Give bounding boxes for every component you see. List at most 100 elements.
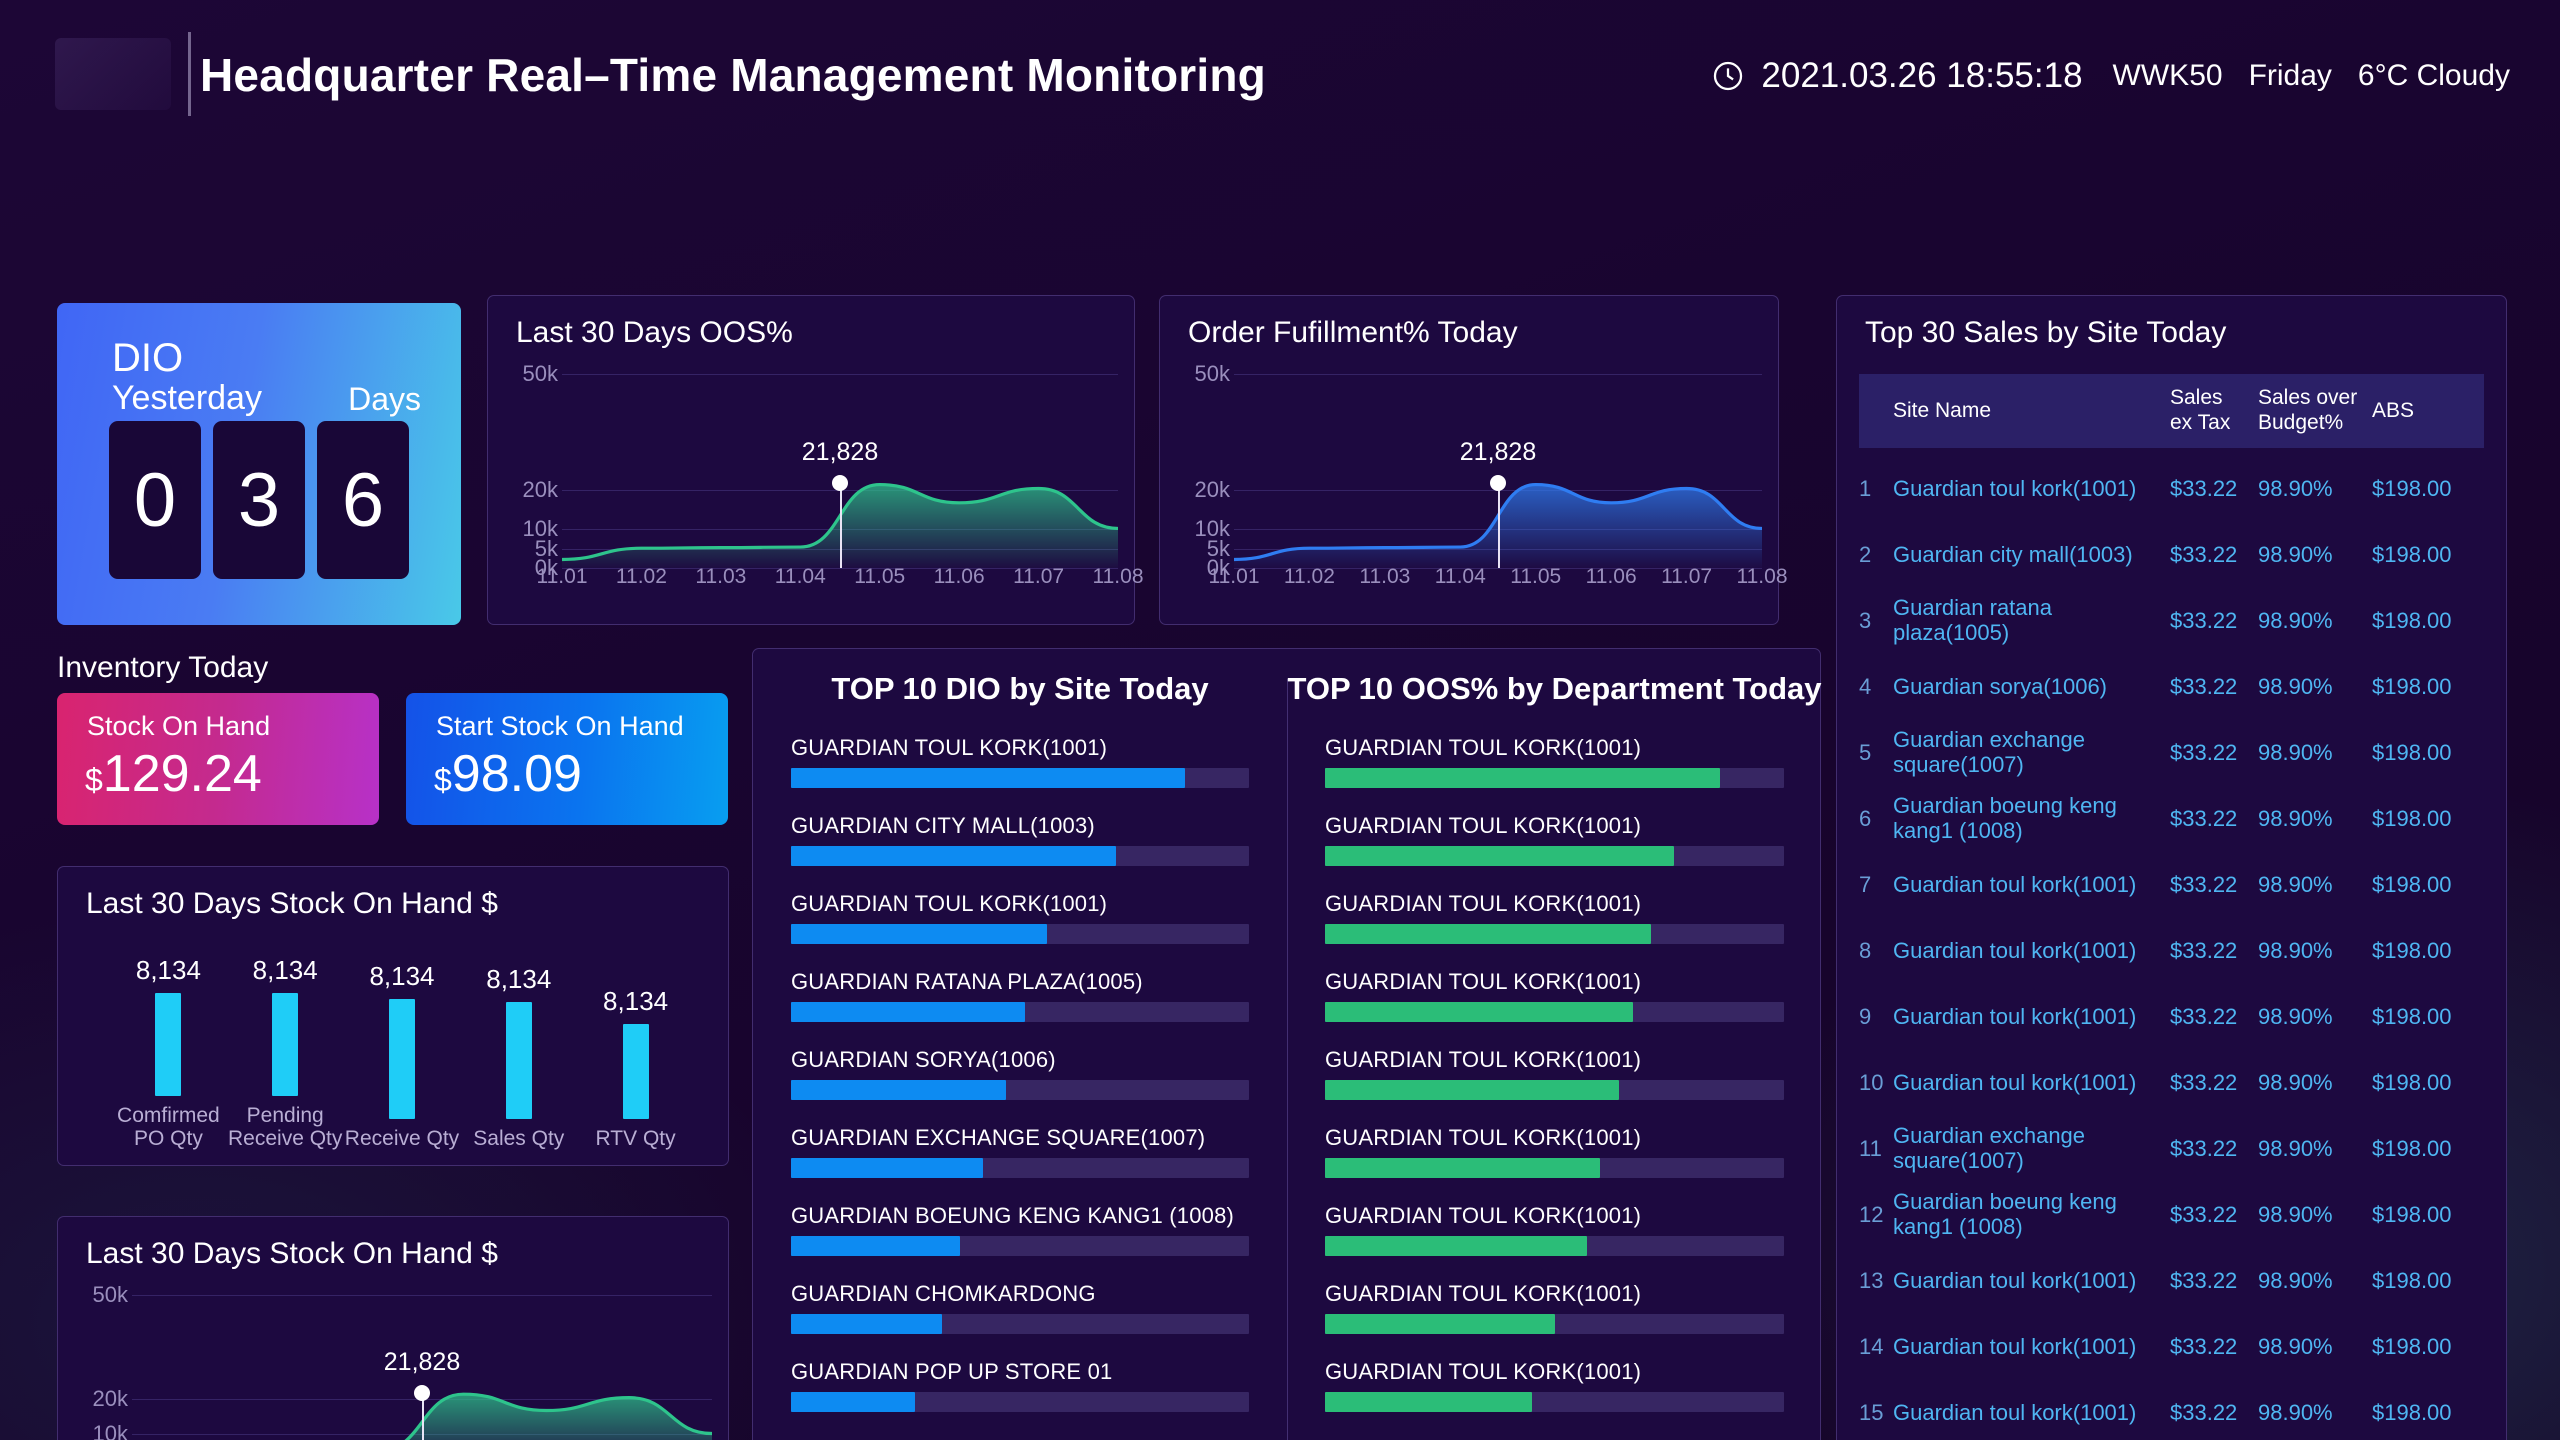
progress-track [1325,1314,1784,1334]
list-item[interactable]: GUARDIAN TOUL KORK(1001) [791,735,1249,813]
table-cell-site-name: Guardian toul kork(1001) [1893,1333,2137,1359]
header-status-group: 2021.03.26 18:55:18 WWK50 Friday 6°C Clo… [1711,56,2510,96]
table-row[interactable]: 9 Guardian toul kork(1001) $33.22 98.90% $19… [1859,984,2484,1050]
table-row[interactable]: 13 Guardian toul kork(1001) $33.22 98.90% $1… [1859,1248,2484,1314]
table-row[interactable]: 11 Guardian exchange square(1007) $33.22 98… [1859,1116,2484,1182]
table-row[interactable]: 6 Guardian boeung keng kang1 (1008) $33.22… [1859,786,2484,852]
bar-rect [622,1023,649,1120]
list-item[interactable]: GUARDIAN TOUL KORK(1001) [1325,1203,1784,1281]
bar-value-label: 8,134 [369,960,435,991]
progress-track [1325,1392,1784,1412]
table-cell-abs: $198.00 [2372,739,2452,765]
list-item[interactable]: GUARDIAN TOUL KORK(1001) [1325,1125,1784,1203]
list-item[interactable]: GUARDIAN TOUL KORK(1001) [1325,1359,1784,1437]
progress-fill [791,768,1185,788]
stock-on-hand-bars-title: Last 30 Days Stock On Hand $ [86,887,498,920]
bar-column[interactable]: 8,134 Sales Qty [460,955,577,1151]
marker-dot[interactable] [414,1385,430,1402]
table-cell-sales-over-budget: 98.90% [2258,541,2333,567]
progress-track [1325,768,1784,788]
bar-column[interactable]: 8,134 Pending Receive Qty [227,955,344,1151]
list-item-label: GUARDIAN RATANA PLAZA(1005) [791,969,1143,994]
list-item[interactable]: GUARDIAN RATANA PLAZA(1005) [791,969,1249,1047]
start-stock-on-hand-card[interactable]: Start Stock On Hand $98.09 [406,693,728,825]
dashboard-header: Headquarter Real–Time Management Monitor… [0,0,2560,148]
table-row[interactable]: 10 Guardian toul kork(1001) $33.22 98.90% $1… [1859,1050,2484,1116]
progress-fill [1325,1158,1601,1178]
dio-digit: 3 [213,421,305,579]
table-row[interactable]: 12 Guardian boeung keng kang1 (1008) $33.2… [1859,1182,2484,1248]
order-fulfillment-title: Order Fufillment% Today [1188,316,1518,349]
table-row[interactable]: 5 Guardian exchange square(1007) $33.22 98.… [1859,720,2484,786]
table-cell-index: 4 [1859,673,1872,699]
x-axis-tick: 11.08 [1736,565,1788,588]
y-axis-tick: 50k [1194,361,1230,386]
table-cell-sales-ex-tax: $33.22 [2170,1333,2238,1359]
list-item[interactable]: GUARDIAN TOUL KORK(1001) [1325,1281,1784,1359]
table-row[interactable]: 7 Guardian toul kork(1001) $33.22 98.90% $19… [1859,852,2484,918]
table-cell-abs: $198.00 [2372,673,2452,699]
progress-fill [1325,1314,1555,1334]
bar-value-label: 8,134 [252,955,318,985]
list-item[interactable]: GUARDIAN TOUL KORK(1001) [1325,735,1784,813]
table-cell-sales-over-budget: 98.90% [2258,607,2333,633]
dio-title-line1: DIO [112,336,184,380]
y-axis: 50k20k10k5k0k [1174,363,1232,579]
table-cell-sales-ex-tax: $33.22 [2170,607,2238,633]
list-item[interactable]: GUARDIAN TOUL KORK(1001) [1325,813,1784,891]
table-cell-sales-ex-tax: $33.22 [2170,739,2238,765]
header-meta-group: WWK50 Friday 6°C Cloudy [2113,59,2510,93]
bar-column[interactable]: 8,134 Comfirmed PO Qty [110,955,227,1151]
list-item[interactable]: GUARDIAN TOUL KORK(1001) [791,891,1249,969]
table-row[interactable]: 8 Guardian toul kork(1001) $33.22 98.90% $19… [1859,918,2484,984]
list-item-label: GUARDIAN TOUL KORK(1001) [1325,969,1642,994]
progress-track [1325,1002,1784,1022]
table-row[interactable]: 15 Guardian toul kork(1001) $33.22 98.90% $1… [1859,1380,2484,1440]
x-axis-tick: 11.07 [1661,565,1713,588]
x-axis-tick: 11.08 [1092,565,1144,588]
bar-column[interactable]: 8,134 RTV Qty [577,955,694,1151]
bar-column[interactable]: 8,134 Receive Qty [344,955,461,1151]
table-row[interactable]: 2 Guardian city mall(1003) $33.22 98.90% $19… [1859,522,2484,588]
table-row[interactable]: 4 Guardian sorya(1006) $33.22 98.90% $198.00 [1859,654,2484,720]
table-cell-sales-over-budget: 98.90% [2258,1201,2333,1227]
progress-track [1325,1158,1784,1178]
table-row[interactable]: 14 Guardian toul kork(1001) $33.22 98.90% $1… [1859,1314,2484,1380]
dio-digit: 0 [109,421,201,579]
progress-track [1325,846,1784,866]
dio-card: DIO Yesterday Days 0 3 6 [57,303,461,625]
list-item[interactable]: GUARDIAN EXCHANGE SQUARE(1007) [791,1125,1249,1203]
table-cell-index: 2 [1859,541,1872,567]
bar-rect [155,993,182,1096]
list-item[interactable]: GUARDIAN TOUL KORK(1001) [1325,891,1784,969]
order-fulfillment-panel: Order Fufillment% Today 50k 20k 10k 5k 0k 21,… [1159,295,1788,625]
list-item[interactable]: GUARDIAN POP UP STORE 01 [791,1359,1249,1437]
table-cell-sales-ex-tax: $33.22 [2170,1399,2238,1425]
marker-dot[interactable] [832,475,848,492]
marker-line [840,483,842,568]
bar-rect [272,993,299,1096]
stock-on-hand-card[interactable]: Stock On Hand $129.24 [57,693,379,825]
x-axis-tick: 11.03 [695,565,747,588]
list-item[interactable]: GUARDIAN TOUL KORK(1001) [1325,969,1784,1047]
table-cell-index: 14 [1859,1333,1884,1359]
table-cell-sales-over-budget: 98.90% [2258,1267,2333,1293]
y-axis: 50k20k10k5k0k [502,363,560,579]
list-item[interactable]: GUARDIAN CITY MALL(1003) [791,813,1249,891]
table-row[interactable]: 3 Guardian ratana plaza(1005) $33.22 98.90%… [1859,588,2484,654]
currency-symbol: $ [85,762,103,798]
stock-on-hand-bars-panel: Last 30 Days Stock On Hand $ 8,134 Comfir… [57,866,729,1166]
table-cell-abs: $198.00 [2372,607,2452,633]
top10-oos-list: GUARDIAN TOUL KORK(1001) GUARDIAN TOUL KO… [1325,735,1784,1440]
marker-line [1498,483,1500,568]
marker-value-label: 21,828 [383,1348,461,1377]
marker-dot[interactable] [1490,475,1506,492]
list-item[interactable]: GUARDIAN BOEUNG KENG KANG1 (1008) [791,1203,1249,1281]
start-stock-on-hand-amount: 98.09 [451,745,582,803]
list-item-label: GUARDIAN CHOMKARDONG [791,1281,1096,1306]
list-item[interactable]: GUARDIAN TOUL KORK(1001) [1325,1047,1784,1125]
list-item[interactable]: GUARDIAN CHOMKARDONG [791,1281,1249,1359]
table-cell-abs: $198.00 [2372,1201,2452,1227]
table-row[interactable]: 1 Guardian toul kork(1001) $33.22 98.90% $19… [1859,456,2484,522]
list-item[interactable]: GUARDIAN SORYA(1006) [791,1047,1249,1125]
